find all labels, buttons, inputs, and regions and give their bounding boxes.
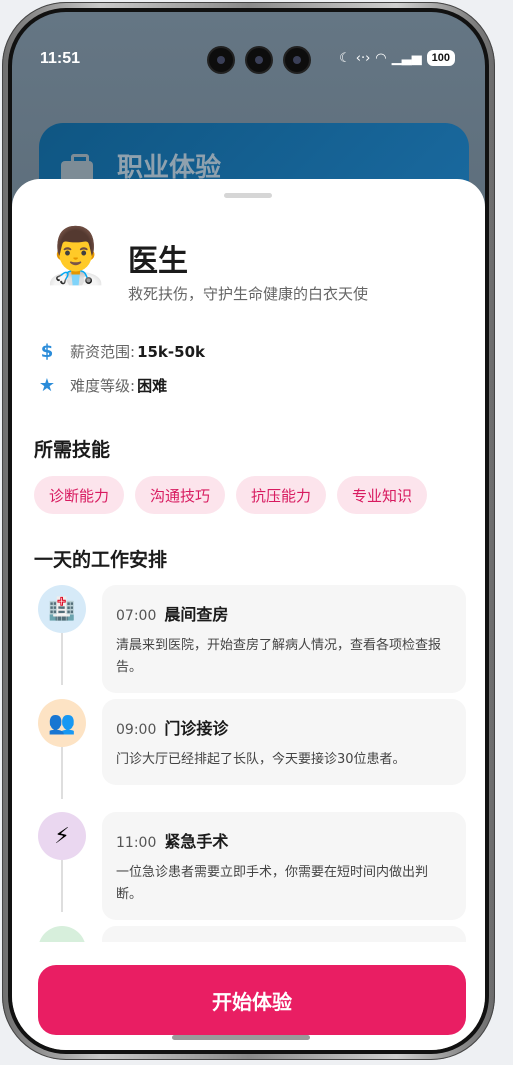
skills-list: 诊断能力 沟通技巧 抗压能力 专业知识 [34, 476, 428, 514]
timeline-title: 紧急手术 [164, 832, 229, 851]
people-icon: 👥 [38, 699, 86, 747]
timeline-card[interactable]: 11:00 紧急手术 一位急诊患者需要立即手术，你需要在短时间内做出判断。 [102, 812, 466, 920]
star-icon: ★ [38, 375, 56, 396]
wifi-icon: ◠ [375, 50, 387, 66]
hospital-icon: 🏥 [38, 585, 86, 633]
difficulty-label: 难度等级: [70, 377, 136, 395]
home-indicator[interactable] [172, 1035, 310, 1040]
signal-icon: ▁▃▅ [391, 50, 422, 66]
timeline-description: 一位急诊患者需要立即手术，你需要在短时间内做出判断。 [116, 865, 429, 902]
phone-screen: 11:51 ☾ ‹·› ◠ ▁▃▅ 100 职业体验 [12, 12, 485, 1050]
timeline-connector [61, 633, 63, 685]
timeline-card[interactable]: 09:00 门诊接诊 门诊大厅已经排起了长队，今天要接诊30位患者。 [102, 699, 466, 785]
status-time: 11:51 [40, 50, 81, 67]
camera-icon [283, 46, 311, 74]
doctor-avatar-icon: 👨‍⚕️ [42, 224, 110, 287]
timeline-description: 清晨来到医院，开始查房了解病人情况，查看各项检查报告。 [116, 638, 442, 675]
data-sync-icon: ‹·› [355, 50, 371, 66]
skill-chip[interactable]: 沟通技巧 [135, 476, 226, 514]
status-icons: ☾ ‹·› ◠ ▁▃▅ 100 [339, 50, 455, 66]
timeline-title: 门诊接诊 [164, 719, 229, 738]
moon-icon: ☾ [339, 50, 351, 66]
skill-chip[interactable]: 诊断能力 [34, 476, 125, 514]
schedule-section-title: 一天的工作安排 [34, 549, 168, 571]
app-stage: 11:51 ☾ ‹·› ◠ ▁▃▅ 100 职业体验 [0, 0, 513, 1065]
dollar-icon: $ [40, 341, 54, 362]
sheet-drag-handle[interactable] [224, 193, 272, 198]
timeline-time: 07:00 [116, 608, 157, 624]
timeline-card[interactable] [102, 926, 466, 942]
start-experience-button[interactable]: 开始体验 [38, 965, 466, 1035]
camera-cluster [207, 46, 311, 74]
skill-chip[interactable]: 专业知识 [337, 476, 428, 514]
skills-section-title: 所需技能 [34, 439, 111, 461]
salary-label: 薪资范围: [70, 343, 136, 361]
timeline-connector [61, 860, 63, 912]
timeline-time: 11:00 [116, 835, 157, 851]
career-title: 医生 [128, 244, 188, 279]
skill-chip[interactable]: 抗压能力 [236, 476, 327, 514]
difficulty-value: 困难 [137, 377, 168, 395]
camera-icon [207, 46, 235, 74]
salary-value: 15k-50k [137, 342, 205, 361]
difficulty-row: ★ 难度等级: 困难 [36, 375, 167, 396]
timeline-description: 门诊大厅已经排起了长队，今天要接诊30位患者。 [116, 752, 406, 767]
career-subtitle: 救死扶伤，守护生命健康的白衣天使 [128, 285, 369, 303]
career-detail-sheet: 👨‍⚕️ 医生 救死扶伤，守护生命健康的白衣天使 $ 薪资范围: 15k-50k… [12, 179, 485, 1050]
phone-bezel: 11:51 ☾ ‹·› ◠ ▁▃▅ 100 职业体验 [8, 8, 489, 1054]
timeline-dot [38, 926, 86, 942]
timeline-connector [61, 747, 63, 799]
battery-indicator: 100 [426, 50, 455, 66]
camera-icon [245, 46, 273, 74]
timeline-time: 09:00 [116, 722, 157, 738]
phone-frame: 11:51 ☾ ‹·› ◠ ▁▃▅ 100 职业体验 [2, 2, 495, 1060]
timeline-title: 晨间查房 [164, 605, 229, 624]
timeline-card[interactable]: 07:00 晨间查房 清晨来到医院，开始查房了解病人情况，查看各项检查报告。 [102, 585, 466, 693]
lightning-icon: ⚡ [38, 812, 86, 860]
salary-row: $ 薪资范围: 15k-50k [36, 341, 205, 362]
schedule-timeline[interactable]: 🏥 07:00 晨间查房 清晨来到医院，开始查房了解病人情况，查看各项检查报告。 [12, 579, 485, 942]
